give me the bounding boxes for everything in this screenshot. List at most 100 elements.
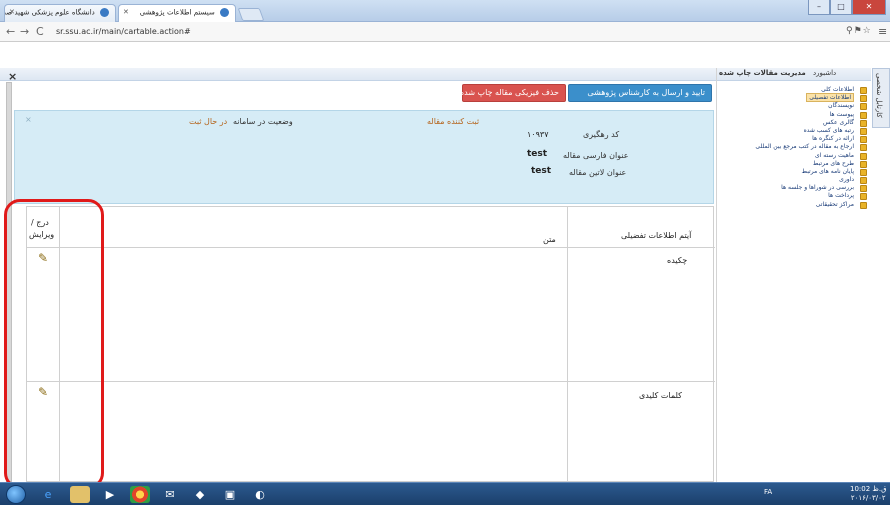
status-value: در حال ثبت — [189, 117, 228, 126]
url-input[interactable]: sr.ssu.ac.ir/main/cartable.action# — [56, 25, 866, 39]
browser-menu-icon[interactable]: ≡ — [878, 25, 887, 38]
sidebar-item-label: طرح های مرتبط — [812, 159, 854, 167]
article-info-panel: × ثبت کننده مقاله وضعیت در سامانه در حال… — [14, 110, 714, 204]
sidebar-item-category-nature[interactable]: ماهیت رسته ای — [717, 152, 869, 160]
folder-icon — [860, 136, 867, 144]
row-item: چکیده — [667, 256, 688, 265]
folder-icon — [860, 160, 867, 168]
detailed-info-table: آیتم اطلاعات تفضیلی متن درج / ویرایش چکی… — [26, 206, 715, 483]
folder-icon — [860, 127, 867, 135]
sidebar-item-related-projects[interactable]: طرح های مرتبط — [717, 160, 869, 168]
action-toolbar: تایید و ارسال به کارشناس پژوهشی حذف فیزی… — [14, 84, 714, 104]
sidebar-item-research-centers[interactable]: مراکز تحقیقاتی — [717, 201, 869, 209]
registrar-label: ثبت کننده مقاله — [427, 117, 480, 126]
sidebar-item-label: اطلاعات تفصیلی — [806, 93, 854, 103]
persian-title-value: test — [527, 149, 548, 159]
sidebar-item-label: اطلاعات کلی — [821, 86, 854, 93]
sidebar-menu: اطلاعات کلی اطلاعات تفصیلی نویسندگان پیو… — [717, 86, 869, 209]
sidebar-item-councils[interactable]: بررسی در شوراها و جلسه ها — [717, 184, 869, 193]
sidebar-item-authors[interactable]: نویسندگان — [717, 102, 869, 111]
browser-tab-university[interactable]: دانشگاه علوم پزشکی شهید صدوقی ✕ — [4, 4, 116, 22]
folder-icon — [860, 177, 867, 185]
sidebar-item-label: پرداخت ها — [828, 192, 854, 200]
row-item: کلمات کلیدی — [639, 391, 682, 400]
folder-icon — [860, 152, 867, 160]
tab-close-icon[interactable]: ✕ — [9, 8, 15, 16]
sidebar-item-congress[interactable]: ارائه در کنگره ها — [717, 135, 869, 144]
sidebar-item-label: پایان نامه های مرتبط — [801, 167, 854, 175]
folder-icon — [860, 168, 867, 176]
zoom-and-extension-icons[interactable]: ⚲⚑☆ — [846, 26, 872, 36]
sidebar-item-label: بررسی در شوراها و جلسه ها — [781, 184, 854, 192]
browser-tab-research-system[interactable]: سیستم اطلاعات پژوهشی ✕ — [118, 4, 236, 22]
site-favicon-icon — [220, 8, 229, 17]
confirm-send-button[interactable]: تایید و ارسال به کارشناس پژوهشی — [568, 84, 712, 102]
latin-title-value: test — [531, 166, 552, 176]
back-arrow-icon[interactable]: ← — [6, 25, 15, 38]
sidebar-item-label: ارائه در کنگره ها — [812, 135, 854, 143]
sidebar: داشبورد مدیریت مقالات چاپ شده اطلاعات کل… — [716, 68, 871, 482]
tab-close-icon[interactable]: ✕ — [123, 8, 129, 16]
ie-icon[interactable]: e — [38, 486, 58, 503]
dismiss-icon[interactable]: × — [25, 115, 32, 124]
clock-date: ۲۰۱۶/۰۳/۰۲ — [850, 494, 886, 502]
highlight-annotation — [4, 199, 104, 489]
address-bar: ← → C sr.ssu.ac.ir/main/cartable.action#… — [0, 22, 890, 42]
sidebar-item-label: داوری — [839, 176, 854, 184]
folder-icon — [860, 193, 867, 201]
folder-icon — [860, 87, 867, 94]
sidebar-item-related-theses[interactable]: پایان نامه های مرتبط — [717, 168, 869, 176]
sidebar-item-photo-gallery[interactable]: گالری عکس — [717, 119, 869, 127]
tab-label: دانشگاه علوم پزشکی شهید صدوقی — [5, 8, 95, 17]
status-label: وضعیت در سامانه — [233, 117, 293, 126]
sidebar-item-label: مراکز تحقیقاتی — [815, 200, 854, 208]
start-button[interactable] — [6, 485, 26, 504]
sidebar-item-label: پیوست ها — [829, 110, 854, 118]
header-text: متن — [543, 235, 556, 244]
mail-icon[interactable]: ✉ — [160, 486, 180, 503]
forward-arrow-icon[interactable]: → — [20, 25, 29, 38]
chrome-icon[interactable] — [130, 486, 150, 503]
tab-manage-published-articles[interactable]: مدیریت مقالات چاپ شده — [719, 69, 806, 77]
tray-language[interactable]: FA — [764, 488, 772, 496]
tracking-code-value: ۱۰۹۳۷ — [527, 130, 549, 139]
tracking-code-label: کد رهگیری — [583, 130, 620, 139]
physical-delete-button[interactable]: حذف فیزیکی مقاله چاپ شده — [460, 84, 566, 102]
sidebar-tabs: داشبورد مدیریت مقالات چاپ شده — [717, 68, 871, 81]
sidebar-item-intl-references[interactable]: ارجاع به مقاله در کتب مرجع بین المللی — [717, 143, 869, 152]
clock[interactable]: 10:02 ق.ظ ۲۰۱۶/۰۳/۰۲ — [850, 485, 887, 503]
sidebar-item-review[interactable]: داوری — [717, 176, 869, 185]
window-close-button[interactable]: ✕ — [852, 0, 886, 15]
sidebar-item-label: نویسندگان — [828, 102, 854, 110]
tab-dashboard[interactable]: داشبورد — [813, 69, 836, 77]
folder-icon — [860, 185, 867, 193]
folder-icon — [860, 144, 867, 152]
sidebar-item-payments[interactable]: پرداخت ها — [717, 192, 869, 201]
browser-tab-bar: دانشگاه علوم پزشکی شهید صدوقی ✕ سیستم اط… — [0, 0, 890, 22]
folder-icon — [860, 119, 867, 127]
maximize-button[interactable]: □ — [830, 0, 852, 15]
new-tab-button[interactable] — [237, 8, 265, 21]
sidebar-item-label: رتبه های کسب شده — [803, 126, 854, 134]
paint-icon[interactable]: ◐ — [250, 486, 270, 503]
media-icon[interactable]: ▶ — [100, 486, 120, 503]
notes-icon[interactable]: ▣ — [220, 486, 240, 503]
windows-taskbar: e ▶ ✉ ◆ ▣ ◐ FA 10:02 ق.ظ ۲۰۱۶/۰۳/۰۲ — [0, 482, 890, 505]
site-favicon-icon — [100, 8, 109, 17]
explorer-icon[interactable] — [70, 486, 90, 503]
persian-title-label: عنوان فارسی مقاله — [563, 151, 629, 160]
personal-cartable-tab[interactable]: کارتابل شخصی — [872, 68, 890, 128]
header-item: آیتم اطلاعات تفضیلی — [621, 231, 692, 240]
sidebar-item-attachments[interactable]: پیوست ها — [717, 111, 869, 119]
folder-icon — [860, 111, 867, 119]
tab-label: سیستم اطلاعات پژوهشی — [139, 8, 215, 17]
sidebar-item-rankings[interactable]: رتبه های کسب شده — [717, 127, 869, 135]
reload-icon[interactable]: C — [36, 25, 44, 38]
folder-icon — [860, 103, 867, 111]
clock-time: 10:02 ق.ظ — [850, 485, 887, 493]
personal-cartable-label: کارتابل شخصی — [875, 73, 883, 118]
latin-title-label: عنوان لاتین مقاله — [569, 168, 627, 177]
vs-icon[interactable]: ◆ — [190, 486, 210, 503]
folder-icon — [860, 201, 867, 209]
minimize-button[interactable]: – — [808, 0, 830, 15]
